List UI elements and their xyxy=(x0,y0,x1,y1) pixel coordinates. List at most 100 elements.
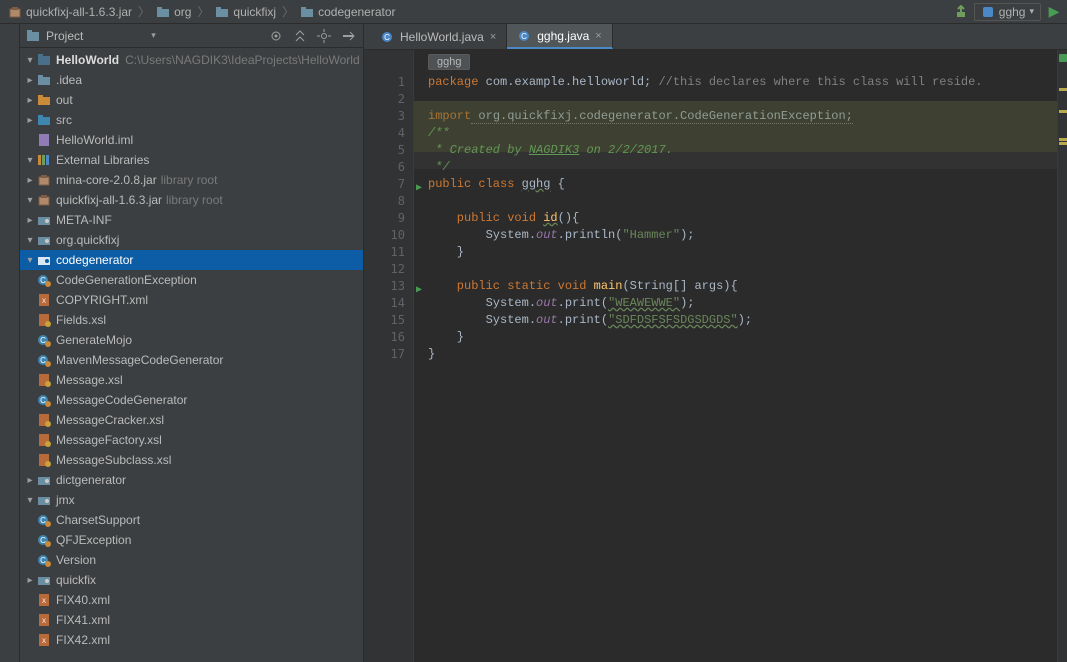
tree-label: QFJException xyxy=(56,533,131,547)
tree-label: COPYRIGHT.xml xyxy=(56,293,148,307)
svg-text:X: X xyxy=(42,299,46,305)
make-project-icon[interactable] xyxy=(954,5,968,19)
xml-icon: X xyxy=(36,612,52,628)
chevron-down-icon[interactable]: ▾ xyxy=(24,495,36,506)
line-number[interactable]: 9 xyxy=(364,210,405,227)
editor-body[interactable]: gghg 1234567891011121314151617 ▶ ▶ packa… xyxy=(364,50,1067,662)
tree-file[interactable]: XFIX40.xml xyxy=(20,590,363,610)
tree-file[interactable]: CQFJException xyxy=(20,530,363,550)
tree-file[interactable]: X COPYRIGHT.xml xyxy=(20,290,363,310)
line-number[interactable]: 8 xyxy=(364,193,405,210)
tree-item-src[interactable]: ▸ src xyxy=(20,110,363,130)
breadcrumb-item-org[interactable]: org xyxy=(154,5,193,19)
breadcrumb-item-codegenerator[interactable]: codegenerator xyxy=(298,5,397,19)
chevron-down-icon[interactable]: ▾ xyxy=(151,30,156,41)
tree-label: MessageCracker.xsl xyxy=(56,413,164,427)
tree-label: External Libraries xyxy=(56,153,149,167)
jar-icon xyxy=(36,172,52,188)
autoscroll-to-source-icon[interactable] xyxy=(267,27,285,45)
toolwindow-stripe[interactable] xyxy=(0,24,20,662)
close-icon[interactable]: × xyxy=(595,30,601,42)
tree-file[interactable]: CGenerateMojo xyxy=(20,330,363,350)
chevron-right-icon[interactable]: ▸ xyxy=(24,75,36,86)
tree-lib-qfj[interactable]: ▾ quickfixj-all-1.6.3.jar library root xyxy=(20,190,363,210)
hide-tool-window-icon[interactable] xyxy=(339,27,357,45)
breadcrumb-item-quickfixj[interactable]: quickfixj xyxy=(213,5,278,19)
tree-label: quickfixj-all-1.6.3.jar xyxy=(56,193,162,207)
tree-pkg-quickfix[interactable]: ▸ quickfix xyxy=(20,570,363,590)
tree-file[interactable]: CVersion xyxy=(20,550,363,570)
line-number[interactable]: 12 xyxy=(364,261,405,278)
tree-label: codegenerator xyxy=(56,253,133,267)
breadcrumb-sep-icon: 〉 xyxy=(282,3,294,20)
class-annotated-icon: C xyxy=(36,552,52,568)
chevron-right-icon[interactable]: ▸ xyxy=(24,95,36,106)
chevron-right-icon[interactable]: ▸ xyxy=(24,215,36,226)
tree-file[interactable]: CMavenMessageCodeGenerator xyxy=(20,350,363,370)
folder-icon xyxy=(300,5,314,19)
tree-pkg-orgquickfixj[interactable]: ▾ org.quickfixj xyxy=(20,230,363,250)
tree-root-project[interactable]: ▾ HelloWorld C:\Users\NAGDIK3\IdeaProjec… xyxy=(20,50,363,70)
tree-file[interactable]: MessageFactory.xsl xyxy=(20,430,363,450)
tree-file[interactable]: XFIX41.xml xyxy=(20,610,363,630)
tree-lib-mina[interactable]: ▸ mina-core-2.0.8.jar library root xyxy=(20,170,363,190)
chevron-down-icon[interactable]: ▾ xyxy=(24,55,36,66)
tree-file[interactable]: CCharsetSupport xyxy=(20,510,363,530)
breadcrumb-label: codegenerator xyxy=(318,5,395,19)
line-number[interactable]: 11 xyxy=(364,244,405,261)
run-config-selector[interactable]: gghg ▾ xyxy=(974,3,1041,21)
tree-file[interactable]: MessageSubclass.xsl xyxy=(20,450,363,470)
chevron-down-icon[interactable]: ▾ xyxy=(24,195,36,206)
collapse-all-icon[interactable] xyxy=(291,27,309,45)
run-button[interactable]: ▶ xyxy=(1047,5,1061,19)
close-icon[interactable]: × xyxy=(490,31,496,43)
tree-pkg-metainf[interactable]: ▸ META-INF xyxy=(20,210,363,230)
tree-file[interactable]: XFIX42.xml xyxy=(20,630,363,650)
line-number[interactable]: 4 xyxy=(364,125,405,142)
tree-external-libraries[interactable]: ▾ External Libraries xyxy=(20,150,363,170)
line-number[interactable]: 16 xyxy=(364,329,405,346)
tab-helloworld[interactable]: C HelloWorld.java × xyxy=(370,24,507,49)
tree-pkg-codegenerator[interactable]: ▾ codegenerator xyxy=(20,250,363,270)
chevron-right-icon[interactable]: ▸ xyxy=(24,475,36,486)
project-tree[interactable]: ▾ HelloWorld C:\Users\NAGDIK3\IdeaProjec… xyxy=(20,48,363,662)
line-number[interactable]: 17 xyxy=(364,346,405,363)
chevron-down-icon[interactable]: ▾ xyxy=(24,255,36,266)
chevron-down-icon[interactable]: ▾ xyxy=(24,235,36,246)
line-number[interactable]: 14 xyxy=(364,295,405,312)
tree-pkg-dictgenerator[interactable]: ▸ dictgenerator xyxy=(20,470,363,490)
tree-file[interactable]: MessageCracker.xsl xyxy=(20,410,363,430)
error-stripe[interactable] xyxy=(1057,50,1067,662)
code-area[interactable]: package com.example.helloworld; //this d… xyxy=(414,50,1057,662)
warning-mark[interactable] xyxy=(1059,110,1067,113)
chevron-right-icon[interactable]: ▸ xyxy=(24,115,36,126)
line-number[interactable]: 6 xyxy=(364,159,405,176)
editor-gutter[interactable]: 1234567891011121314151617 ▶ ▶ xyxy=(364,50,414,662)
line-number[interactable]: 3 xyxy=(364,108,405,125)
tree-item-idea[interactable]: ▸ .idea xyxy=(20,70,363,90)
tree-label: MessageSubclass.xsl xyxy=(56,453,171,467)
warning-mark[interactable] xyxy=(1059,142,1067,145)
line-number[interactable]: 5 xyxy=(364,142,405,159)
warning-mark[interactable] xyxy=(1059,88,1067,91)
chevron-down-icon[interactable]: ▾ xyxy=(24,155,36,166)
tree-file[interactable]: Fields.xsl xyxy=(20,310,363,330)
line-number[interactable]: 1 xyxy=(364,74,405,91)
chevron-right-icon[interactable]: ▸ xyxy=(24,175,36,186)
tree-file[interactable]: CMessageCodeGenerator xyxy=(20,390,363,410)
line-number[interactable]: 10 xyxy=(364,227,405,244)
warning-mark[interactable] xyxy=(1059,138,1067,141)
settings-icon[interactable] xyxy=(315,27,333,45)
line-number[interactable]: 7 xyxy=(364,176,405,193)
line-number[interactable]: 13 xyxy=(364,278,405,295)
tree-file[interactable]: CCodeGenerationException xyxy=(20,270,363,290)
breadcrumb-item-jar[interactable]: quickfixj-all-1.6.3.jar xyxy=(6,5,134,19)
line-number[interactable]: 15 xyxy=(364,312,405,329)
tree-file[interactable]: Message.xsl xyxy=(20,370,363,390)
line-number[interactable]: 2 xyxy=(364,91,405,108)
tree-item-out[interactable]: ▸ out xyxy=(20,90,363,110)
chevron-right-icon[interactable]: ▸ xyxy=(24,575,36,586)
tree-item-iml[interactable]: HelloWorld.iml xyxy=(20,130,363,150)
tab-gghg[interactable]: C gghg.java × xyxy=(507,24,612,49)
tree-pkg-jmx[interactable]: ▾ jmx xyxy=(20,490,363,510)
